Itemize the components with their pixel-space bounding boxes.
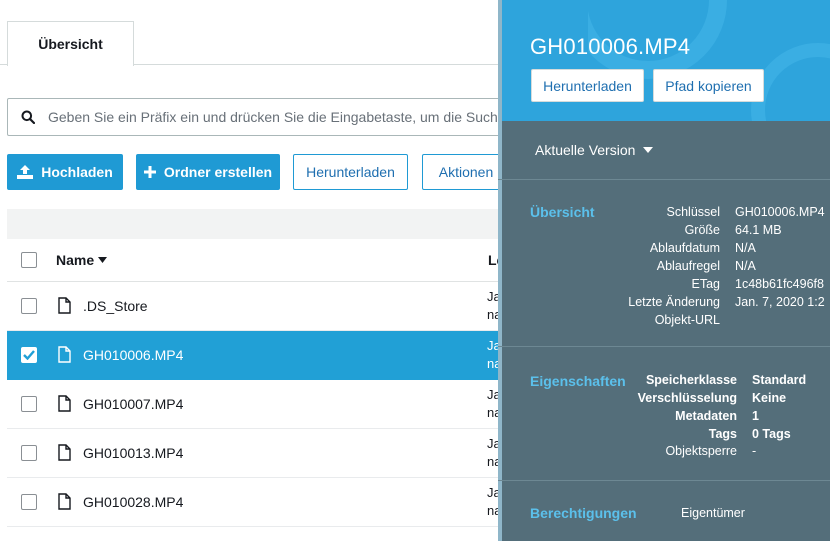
file-icon	[58, 493, 71, 510]
row-checkbox[interactable]	[21, 396, 37, 412]
file-name[interactable]: .DS_Store	[83, 298, 148, 314]
sort-desc-icon	[98, 257, 108, 263]
property-key: Verschlüsselung	[637, 391, 737, 405]
select-all-checkbox[interactable]	[21, 252, 37, 268]
download-button[interactable]: Herunterladen	[293, 154, 408, 190]
file-name[interactable]: GH010007.MP4	[83, 396, 183, 412]
overview-value: 1c48b61fc496f8	[735, 277, 824, 291]
tab-bar: Übersicht	[0, 0, 500, 66]
search-input[interactable]	[48, 109, 506, 125]
owner-label: Eigentümer	[681, 506, 745, 520]
panel-title: GH010006.MP4	[530, 34, 691, 59]
overview-value: 64.1 MB	[735, 223, 782, 237]
row-checkbox[interactable]	[21, 445, 37, 461]
s3-console: Übersicht Hochladen Ordner erstellen Her…	[0, 0, 830, 541]
property-value: Standard	[752, 373, 807, 387]
upload-button[interactable]: Hochladen	[7, 154, 123, 190]
search-icon	[8, 110, 48, 124]
caret-down-icon	[643, 147, 654, 153]
file-name[interactable]: GH010006.MP4	[83, 347, 183, 363]
overview-key: ETag	[691, 277, 721, 291]
file-name[interactable]: GH010013.MP4	[83, 445, 183, 461]
properties-title: Eigenschaften	[530, 373, 626, 389]
search-box[interactable]	[7, 98, 507, 136]
file-icon	[58, 444, 71, 461]
version-row: Aktuelle Version	[498, 121, 830, 180]
permissions-title: Berechtigungen	[530, 505, 637, 521]
version-dropdown[interactable]: Aktuelle Version	[535, 142, 654, 158]
decorative-background-shape	[588, 0, 830, 121]
object-detail-panel: GH010006.MP4 Herunterladen Pfad kopieren…	[498, 0, 830, 541]
overview-key: Schlüssel	[666, 205, 721, 219]
row-checkbox[interactable]	[21, 298, 37, 314]
property-key: Metadaten	[675, 409, 737, 423]
table-row[interactable]: GH010007.MP4 Ja na	[7, 380, 501, 429]
row-checkbox[interactable]	[21, 494, 37, 510]
property-value: 1	[752, 409, 759, 423]
property-key: Objektsperre	[665, 444, 737, 458]
column-header-name-label: Name	[56, 252, 95, 268]
properties-section: Eigenschaften Speicherklasse Standard Ve…	[498, 347, 830, 481]
overview-value: Jan. 7, 2020 1:2	[735, 295, 825, 309]
column-header-name[interactable]: Name	[56, 252, 108, 268]
upload-icon	[17, 165, 34, 179]
file-icon	[58, 395, 71, 412]
property-key: Tags	[708, 427, 737, 441]
overview-key: Ablaufregel	[656, 259, 720, 273]
plus-icon	[143, 166, 156, 178]
create-folder-button[interactable]: Ordner erstellen	[136, 154, 280, 190]
overview-key: Größe	[684, 223, 720, 237]
table-row[interactable]: GH010028.MP4 Ja na	[7, 478, 501, 527]
overview-value: N/A	[735, 259, 756, 273]
copy-path-button[interactable]: Pfad kopieren	[653, 69, 764, 102]
panel-download-button[interactable]: Herunterladen	[531, 69, 644, 102]
file-icon	[58, 297, 71, 314]
overview-value: GH010006.MP4	[735, 205, 825, 219]
property-value: Keine	[752, 391, 787, 405]
table-row[interactable]: GH010013.MP4 Ja na	[7, 429, 501, 478]
table-row[interactable]: .DS_Store Ja na	[7, 282, 501, 331]
overview-key: Ablaufdatum	[649, 241, 720, 255]
overview-title: Übersicht	[530, 204, 595, 220]
table-info-bar	[7, 209, 500, 239]
panel-header: GH010006.MP4 Herunterladen Pfad kopieren	[498, 0, 830, 121]
checkmark-icon	[23, 350, 35, 360]
table-row-selected[interactable]: GH010006.MP4 Ja na	[7, 331, 501, 380]
version-label: Aktuelle Version	[535, 142, 636, 158]
actions-button[interactable]: Aktionen	[422, 154, 510, 190]
table-header: Name Le	[7, 239, 504, 282]
overview-value: N/A	[735, 241, 756, 255]
create-folder-label: Ordner erstellen	[163, 164, 273, 180]
overview-section: Übersicht Schlüssel GH010006.MP4 Größe 6…	[498, 180, 830, 347]
property-key: Speicherklasse	[645, 373, 737, 387]
tab-overview[interactable]: Übersicht	[7, 21, 134, 66]
file-icon	[58, 346, 71, 363]
overview-key: Letzte Änderung	[628, 295, 720, 309]
permissions-section: Berechtigungen Eigentümer	[498, 481, 830, 541]
object-url-key: Objekt-URL	[654, 313, 720, 327]
row-checkbox-checked[interactable]	[21, 347, 37, 363]
file-name[interactable]: GH010028.MP4	[83, 494, 183, 510]
upload-label: Hochladen	[41, 164, 113, 180]
property-value: -	[752, 444, 757, 458]
property-value: 0 Tags	[752, 427, 791, 441]
